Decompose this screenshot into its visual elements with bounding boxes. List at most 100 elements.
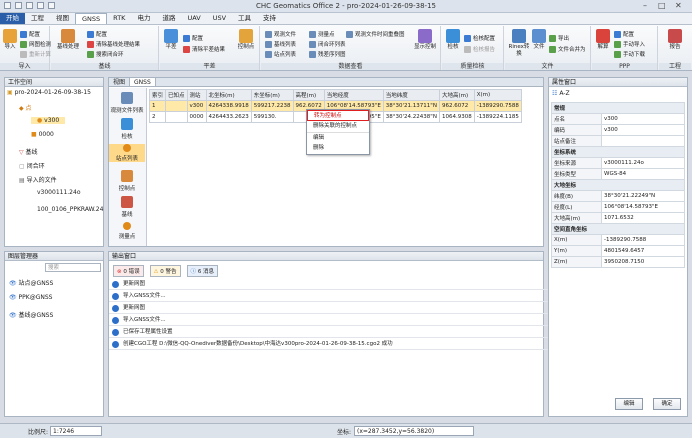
station-list-button[interactable]: 站点列表 [265, 50, 296, 58]
baseline-list-button[interactable]: 基线列表 [265, 40, 296, 48]
tree-node-points[interactable]: ◆ 点 [19, 103, 32, 112]
menu-item-delete[interactable]: 删除 [307, 143, 369, 154]
col-ellh[interactable]: 大地高(m) [438, 89, 475, 101]
station-list-side-button[interactable]: 站点列表 [109, 144, 145, 162]
col-east[interactable]: 东坐标(m) [250, 89, 294, 101]
menu-power[interactable]: 电力 [131, 13, 156, 24]
rinex-button[interactable]: Rinex转换 [508, 29, 530, 58]
tree-node-v300[interactable]: ● v300 [31, 117, 66, 124]
import-button[interactable]: 导入 [3, 29, 17, 51]
loop-list-button[interactable]: 闭合环列表 [309, 40, 346, 48]
prop-value[interactable]: -1389290.7588 [601, 234, 685, 246]
ppp-config-button[interactable]: 配置 [614, 30, 634, 38]
menu-gnss[interactable]: GNSS [75, 13, 108, 24]
menu-item-edit[interactable]: 编辑 [307, 132, 369, 143]
check-button[interactable]: 检核 [445, 29, 461, 51]
col-lon[interactable]: 当地经度 [323, 89, 384, 101]
col-index[interactable]: 索引 [149, 89, 167, 101]
manual-import-button[interactable]: 手动导入 [614, 40, 645, 48]
residual-chart-button[interactable]: 残差序列图 [309, 50, 346, 58]
search-loop-button[interactable]: 搜索闭合环 [87, 50, 124, 58]
tree-node-imported[interactable]: ▤ 导入的文件 [19, 175, 57, 184]
adjust-button[interactable]: 平差 [163, 29, 179, 51]
recalc-button[interactable]: 重新计算 [20, 50, 51, 58]
col-height[interactable]: 高程(m) [292, 89, 325, 101]
error-filter[interactable]: ⊗ 0 错误 [113, 265, 144, 277]
coord-type-select[interactable]: WGS-84 [601, 168, 685, 180]
col-north[interactable]: 北坐标(m) [205, 89, 252, 101]
menu-project[interactable]: 工程 [25, 13, 50, 24]
menu-road[interactable]: 道路 [156, 13, 181, 24]
coord-source-select[interactable]: v3000111.24o [601, 157, 685, 169]
eye-icon[interactable]: 👁 [9, 312, 17, 319]
scale-input[interactable]: 1:7246 [50, 426, 102, 436]
baseline-config-button[interactable]: 配置 [87, 30, 107, 38]
overlap-chart-button[interactable]: 观测文件时间重叠图 [346, 30, 405, 38]
prop-value[interactable]: 38°30'21.22249"N [601, 190, 685, 202]
menu-uav[interactable]: UAV [181, 13, 206, 24]
export-button[interactable]: 导出 [549, 34, 569, 42]
report-button[interactable]: 报告 [667, 29, 683, 51]
layer-item-ppk[interactable]: 👁 PPK@GNSS [9, 294, 52, 301]
tree-node-file-1[interactable]: v3000111.24o [37, 189, 81, 196]
menu-item-delete-linked[interactable]: 删除关联的控制点 [307, 121, 369, 132]
survey-point-side-button[interactable]: 测量点 [109, 222, 145, 240]
control-point-side-button[interactable]: 控制点 [109, 170, 145, 192]
section-geodetic[interactable]: 大地坐标 [551, 179, 685, 191]
prop-value[interactable]: 106°08'14.58793"E [601, 201, 685, 213]
check-report-button[interactable]: 检核报告 [464, 45, 495, 53]
edit-button[interactable]: 编辑 [615, 398, 643, 410]
tree-node-0000[interactable]: ■ 0000 [31, 131, 54, 138]
alpha-sort-icon[interactable]: A-Z [559, 90, 569, 97]
prop-value[interactable]: 3950208.7150 [601, 256, 685, 268]
baseline-process-button[interactable]: 基线处理 [55, 29, 81, 51]
control-point-button[interactable]: 控制点 [236, 29, 256, 51]
menu-view[interactable]: 视图 [50, 13, 75, 24]
obs-file-list-button[interactable]: 观测文件列表 [109, 92, 145, 114]
manual-download-button[interactable]: 手动下载 [614, 50, 645, 58]
warning-filter[interactable]: ⚠ 0 警告 [149, 265, 181, 277]
ok-button[interactable]: 确定 [653, 398, 681, 410]
prop-value[interactable]: v300 [601, 124, 685, 136]
merge-file-button[interactable]: 文件合并为 [549, 45, 586, 53]
section-general[interactable]: 常规 [551, 102, 685, 114]
layer-item-baseline[interactable]: 👁 基线@GNSS [9, 310, 53, 319]
col-x[interactable]: X(m) [473, 89, 522, 101]
section-cartesian[interactable]: 空间直角坐标 [551, 223, 685, 235]
prop-value[interactable]: 1071.6532 [601, 212, 685, 224]
tree-node-loops[interactable]: ▢ 闭合环 [19, 161, 45, 170]
col-known[interactable]: 已知点 [165, 89, 188, 101]
minimize-icon[interactable]: – [643, 1, 647, 10]
category-sort-icon[interactable]: ☷ [552, 90, 557, 97]
prop-value[interactable]: v300 [601, 113, 685, 125]
cell-known[interactable] [165, 100, 188, 112]
import-config-button[interactable]: 配置 [20, 30, 40, 38]
menu-usv[interactable]: USV [207, 13, 232, 24]
tab-gnss[interactable]: GNSS [130, 78, 156, 86]
menu-item-to-control[interactable]: 转为控制点 [307, 110, 369, 121]
obs-file-button[interactable]: 观测文件 [265, 30, 296, 38]
tab-view[interactable]: 视图 [109, 78, 131, 86]
adjust-config-button[interactable]: 配置 [183, 34, 203, 42]
tree-root[interactable]: ▣ pro-2024-01-26-09-38-15 [7, 89, 91, 96]
prop-value[interactable]: 4801549.6457 [601, 245, 685, 257]
section-coord-system[interactable]: 坐标系统 [551, 146, 685, 158]
check-side-button[interactable]: 检核 [109, 118, 145, 140]
solve-button[interactable]: 解算 [595, 29, 611, 51]
check-config-button[interactable]: 检核配置 [464, 34, 495, 42]
network-check-button[interactable]: 网图检测 [20, 40, 51, 48]
menu-rtk[interactable]: RTK [107, 13, 131, 24]
menu-start[interactable]: 开始 [0, 13, 25, 24]
prop-value[interactable] [601, 135, 685, 147]
close-icon[interactable]: ✕ [675, 1, 682, 10]
clear-baseline-button[interactable]: 清除基线处理结果 [87, 40, 140, 48]
survey-point-button[interactable]: 测量点 [309, 30, 335, 38]
layer-search-input[interactable]: 搜索 [45, 263, 101, 272]
cell-known[interactable] [165, 111, 188, 123]
layer-item-station[interactable]: 👁 站点@GNSS [9, 278, 53, 287]
file-button[interactable]: 文件 [532, 29, 546, 51]
eye-icon[interactable]: 👁 [9, 294, 17, 301]
col-station[interactable]: 测站 [186, 89, 207, 101]
menu-tools[interactable]: 工具 [232, 13, 257, 24]
menu-support[interactable]: 支持 [257, 13, 282, 24]
